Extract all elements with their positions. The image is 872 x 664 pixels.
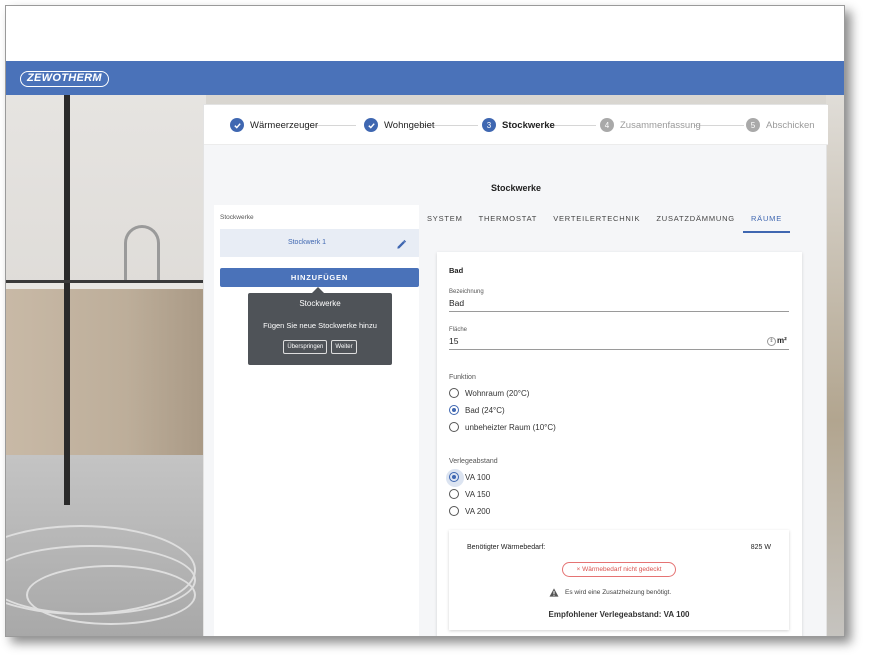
- progress-stepper: Wärmeerzeuger Wohngebiet 3 Stockwerke 4 …: [204, 105, 828, 145]
- skip-button[interactable]: Überspringen: [283, 340, 328, 354]
- step-label: Zusammenfassung: [620, 119, 701, 131]
- recommendation-text: Empfohlener Verlegeabstand: VA 100: [548, 610, 690, 619]
- step-number: 3: [482, 118, 496, 132]
- tab-thermostat[interactable]: THERMOSTAT: [471, 205, 546, 233]
- area-field[interactable]: 15: [449, 336, 458, 346]
- tooltip-text: Fügen Sie neue Stockwerke hinzu: [263, 321, 377, 330]
- zewotherm-logo[interactable]: ZEWOTHERM: [20, 71, 109, 87]
- check-icon: [230, 118, 244, 132]
- warning-icon: [549, 588, 559, 597]
- tab-zusatzdaemmung[interactable]: ZUSATZDÄMMUNG: [648, 205, 743, 233]
- area-unit: m²: [777, 336, 787, 345]
- radio-icon: [449, 506, 459, 516]
- radio-checked-icon: [446, 469, 464, 487]
- configurator-panel: Wärmeerzeuger Wohngebiet 3 Stockwerke 4 …: [203, 104, 828, 636]
- radio-wohnraum[interactable]: Wohnraum (20°C): [449, 388, 529, 398]
- step-wohngebiet[interactable]: Wohngebiet: [364, 117, 435, 133]
- step-stockwerke[interactable]: 3 Stockwerke: [482, 117, 555, 133]
- step-waermeerzeuger[interactable]: Wärmeerzeuger: [230, 117, 318, 133]
- name-field[interactable]: Bad: [449, 298, 464, 308]
- heat-demand-value: 825 W: [750, 544, 771, 551]
- radio-icon: [449, 388, 459, 398]
- details-column: SYSTEM THERMOSTAT VERTEILERTECHNIK ZUSAT…: [419, 205, 819, 636]
- radio-unbeheizt[interactable]: unbeheizter Raum (10°C): [449, 422, 556, 432]
- spacing-label: Verlegeabstand: [449, 458, 498, 465]
- room-card: Bad Bezeichnung Bad Fläche 15 ⇕ m² Funkt…: [437, 252, 802, 636]
- radio-bad[interactable]: Bad (24°C): [449, 405, 505, 415]
- floor-label: Stockwerk 1: [287, 239, 327, 246]
- onboarding-tooltip: Stockwerke Fügen Sie neue Stockwerke hin…: [248, 287, 392, 365]
- floors-column: Stockwerke Stockwerk 1 HINZUFÜGEN Stockw…: [214, 205, 420, 636]
- step-label: Stockwerke: [502, 119, 555, 131]
- top-bar: ZEWOTHERM: [6, 61, 844, 95]
- function-label: Funktion: [449, 374, 476, 381]
- floors-heading: Stockwerke: [220, 214, 254, 221]
- tab-bar: SYSTEM THERMOSTAT VERTEILERTECHNIK ZUSAT…: [419, 205, 819, 233]
- page-title: Stockwerke: [490, 183, 542, 193]
- radio-va150[interactable]: VA 150: [449, 489, 490, 499]
- list-item-stockwerk[interactable]: Stockwerk 1: [220, 229, 420, 257]
- step-abschicken[interactable]: 5 Abschicken: [746, 117, 815, 133]
- add-floor-button[interactable]: HINZUFÜGEN: [220, 268, 419, 287]
- check-icon: [364, 118, 378, 132]
- radio-checked-icon: [449, 405, 459, 415]
- radio-va200[interactable]: VA 200: [449, 506, 490, 516]
- radio-icon: [449, 422, 459, 432]
- edit-icon[interactable]: [396, 237, 408, 249]
- tab-system[interactable]: SYSTEM: [419, 205, 471, 233]
- name-field-label: Bezeichnung: [449, 289, 484, 295]
- room-title: Bad: [449, 266, 464, 275]
- status-badge: × Wärmebedarf nicht gedeckt: [562, 562, 676, 577]
- close-icon: ×: [576, 566, 581, 573]
- tooltip-title: Stockwerke: [299, 299, 341, 308]
- step-label: Wohngebiet: [384, 119, 435, 131]
- warning-message: Es wird eine Zusatzheizung benötigt.: [549, 588, 671, 597]
- result-box: Benötigter Wärmebedarf: 825 W × Wärmebed…: [449, 530, 789, 630]
- tab-raeume[interactable]: RÄUME: [742, 205, 791, 233]
- area-field-label: Fläche: [449, 327, 468, 333]
- step-label: Wärmeerzeuger: [250, 119, 319, 131]
- app-window: ZEWOTHERM Wärmeerzeuger Wohngebiet 3 Sto…: [5, 5, 845, 637]
- radio-icon: [449, 489, 459, 499]
- faucet-image: [124, 225, 160, 281]
- step-zusammenfassung[interactable]: 4 Zusammenfassung: [600, 117, 701, 133]
- stepper-arrows-icon[interactable]: ⇕: [767, 337, 776, 346]
- step-number: 4: [600, 118, 614, 132]
- next-button[interactable]: Weiter: [331, 340, 357, 354]
- radio-va100[interactable]: VA 100: [446, 469, 490, 487]
- heat-demand-label: Benötigter Wärmebedarf:: [467, 544, 546, 551]
- step-number: 5: [746, 118, 760, 132]
- tab-verteilertechnik[interactable]: VERTEILERTECHNIK: [545, 205, 648, 233]
- step-label: Abschicken: [766, 119, 815, 131]
